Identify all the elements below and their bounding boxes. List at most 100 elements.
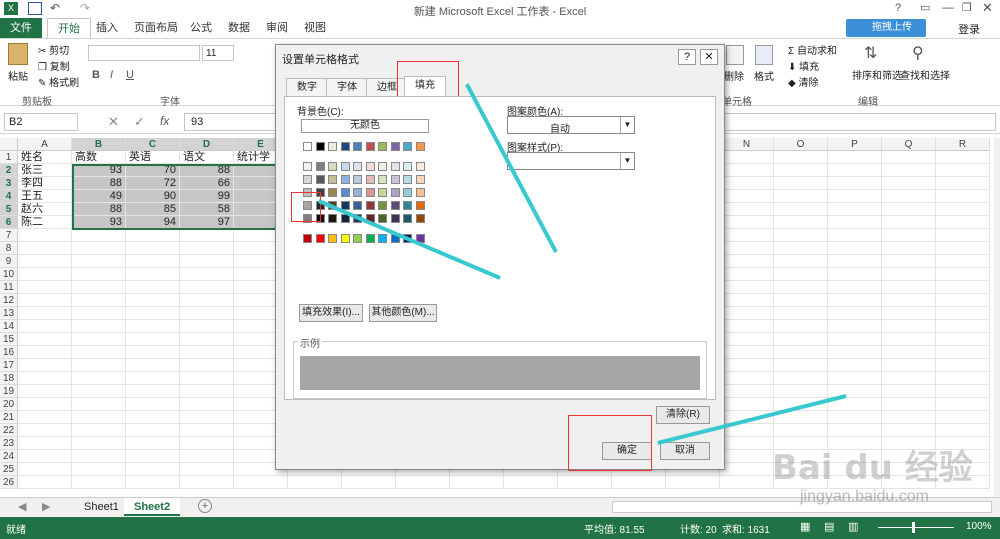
- cell[interactable]: [126, 385, 180, 398]
- cell[interactable]: 88: [72, 203, 126, 216]
- cell[interactable]: 49: [72, 190, 126, 203]
- cell[interactable]: [882, 177, 936, 190]
- color-swatch[interactable]: [340, 188, 350, 197]
- cell[interactable]: 99: [180, 190, 234, 203]
- cell[interactable]: [720, 450, 774, 463]
- color-swatch[interactable]: [415, 162, 425, 171]
- column-header[interactable]: R: [936, 138, 990, 151]
- cut-button[interactable]: ✂ 剪切: [38, 42, 69, 57]
- cell[interactable]: [72, 437, 126, 450]
- cell[interactable]: [18, 424, 72, 437]
- row-header[interactable]: 19: [0, 385, 18, 398]
- cell[interactable]: 张三: [18, 164, 72, 177]
- row-header[interactable]: 17: [0, 359, 18, 372]
- cell[interactable]: [72, 411, 126, 424]
- cell[interactable]: [126, 229, 180, 242]
- color-swatch[interactable]: [390, 142, 400, 151]
- cell[interactable]: [18, 450, 72, 463]
- cell[interactable]: [720, 177, 774, 190]
- cell[interactable]: [774, 151, 828, 164]
- delete-cells-icon[interactable]: [726, 45, 744, 65]
- cell[interactable]: [612, 476, 666, 489]
- insert-function-button[interactable]: fx: [160, 114, 169, 128]
- more-colors-button[interactable]: 其他颜色(M)...: [369, 304, 437, 322]
- cell[interactable]: 72: [126, 177, 180, 190]
- upload-button[interactable]: 拖拽上传: [846, 19, 926, 37]
- cell[interactable]: [936, 268, 990, 281]
- cell[interactable]: [774, 229, 828, 242]
- cell[interactable]: [72, 398, 126, 411]
- color-swatch[interactable]: [315, 162, 325, 171]
- cell[interactable]: [18, 255, 72, 268]
- cell[interactable]: 赵六: [18, 203, 72, 216]
- tab-view[interactable]: 视图: [294, 18, 336, 38]
- cell[interactable]: [936, 333, 990, 346]
- minimize-icon[interactable]: —: [942, 0, 954, 14]
- cell[interactable]: [180, 385, 234, 398]
- cell[interactable]: [882, 333, 936, 346]
- cell[interactable]: [18, 346, 72, 359]
- row-header[interactable]: 10: [0, 268, 18, 281]
- row-header[interactable]: 3: [0, 177, 18, 190]
- cell[interactable]: [180, 294, 234, 307]
- vertical-scrollbar[interactable]: [994, 138, 1000, 498]
- cell[interactable]: [18, 463, 72, 476]
- cell[interactable]: [882, 229, 936, 242]
- color-swatch[interactable]: [390, 162, 400, 171]
- confirm-entry-icon[interactable]: ✓: [134, 114, 145, 130]
- cell[interactable]: [720, 476, 774, 489]
- cell[interactable]: [720, 320, 774, 333]
- format-cells-button[interactable]: 格式: [754, 68, 774, 83]
- cell[interactable]: 陈二: [18, 216, 72, 229]
- cell[interactable]: [828, 242, 882, 255]
- chevron-down-icon[interactable]: ▼: [620, 153, 634, 169]
- color-swatch[interactable]: [403, 142, 412, 151]
- cell[interactable]: [774, 255, 828, 268]
- cell[interactable]: 姓名: [18, 151, 72, 164]
- cell[interactable]: [882, 255, 936, 268]
- cell[interactable]: [828, 229, 882, 242]
- cell[interactable]: [936, 424, 990, 437]
- cell[interactable]: 70: [126, 164, 180, 177]
- color-swatch[interactable]: [328, 188, 337, 197]
- cell[interactable]: [936, 229, 990, 242]
- cell[interactable]: 90: [126, 190, 180, 203]
- row-header[interactable]: 4: [0, 190, 18, 203]
- select-all-corner[interactable]: [0, 138, 18, 151]
- color-swatch[interactable]: [403, 188, 412, 197]
- help-button[interactable]: ?: [895, 2, 901, 14]
- tab-formulas[interactable]: 公式: [180, 18, 222, 38]
- cell[interactable]: 58: [180, 203, 234, 216]
- cell[interactable]: [774, 177, 828, 190]
- fill-effects-button[interactable]: 填充效果(I)...: [299, 304, 363, 322]
- cell[interactable]: [828, 216, 882, 229]
- color-swatch[interactable]: [365, 201, 375, 210]
- row-header[interactable]: 7: [0, 229, 18, 242]
- color-swatch[interactable]: [340, 162, 350, 171]
- cell[interactable]: [558, 476, 612, 489]
- cell[interactable]: [180, 307, 234, 320]
- cell[interactable]: [828, 190, 882, 203]
- cell[interactable]: [936, 281, 990, 294]
- column-header[interactable]: P: [828, 138, 882, 151]
- cell[interactable]: [180, 255, 234, 268]
- cell[interactable]: [126, 333, 180, 346]
- cell[interactable]: [720, 190, 774, 203]
- cell[interactable]: [126, 372, 180, 385]
- pattern-color-select[interactable]: 自动 ▼: [507, 116, 635, 135]
- color-swatch[interactable]: [315, 175, 325, 184]
- cell[interactable]: [720, 385, 774, 398]
- column-header[interactable]: C: [126, 138, 180, 151]
- name-box[interactable]: B2: [4, 113, 78, 131]
- color-swatch[interactable]: [328, 142, 337, 151]
- cell[interactable]: [18, 281, 72, 294]
- normal-view-icon[interactable]: ▦: [800, 520, 810, 533]
- row-header[interactable]: 12: [0, 294, 18, 307]
- add-sheet-icon[interactable]: +: [198, 499, 212, 513]
- cell[interactable]: 93: [72, 164, 126, 177]
- cell[interactable]: [828, 151, 882, 164]
- cell[interactable]: [72, 385, 126, 398]
- color-swatch[interactable]: [403, 175, 412, 184]
- cell[interactable]: [72, 450, 126, 463]
- cell[interactable]: 85: [126, 203, 180, 216]
